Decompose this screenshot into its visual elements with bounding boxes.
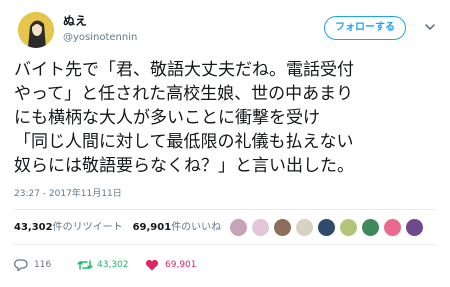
display-name[interactable]: ぬえ	[63, 13, 87, 29]
tweet-timestamp[interactable]: 23:27 - 2017年11月11日	[14, 188, 122, 200]
likes-label: 件のいいね	[171, 222, 222, 233]
likes-count: 69,901	[132, 222, 172, 233]
like-stat[interactable]: 69,901件のいいね	[133, 222, 222, 233]
liker-avatar[interactable]	[251, 218, 270, 237]
tweet-card: ぬえ @yosinotennin フォローする バイト先で「君、敬語大丈夫だね。…	[0, 0, 450, 287]
username[interactable]: @yosinotennin	[63, 31, 137, 45]
tweet-text-line: 「同じ人間に対して最低限の礼儀も払えない	[14, 132, 354, 152]
tweet-text-line: やって」と任された高校生娘、世の中あまり	[14, 84, 354, 104]
liker-avatar[interactable]	[361, 218, 380, 237]
like-count: 69,901	[165, 260, 197, 270]
liker-avatar[interactable]	[383, 218, 402, 237]
tweet-text-line: にも横柄な大人が多いことに衝撃を受け	[14, 108, 320, 128]
retweets-label: 件のリツイート	[52, 222, 123, 233]
liker-avatar[interactable]	[229, 218, 248, 237]
divider	[14, 209, 436, 210]
avatar-image	[18, 12, 54, 48]
tweet-text-line: バイト先で「君、敬語大丈夫だね。電話受付	[14, 60, 354, 80]
retweet-stat[interactable]: 43,302件のリツイート	[14, 222, 123, 233]
heart-icon	[145, 259, 159, 271]
tweet-text-line: 奴らには敬語要らなくね？」と言い出した。	[14, 156, 354, 176]
retweets-count: 43,302	[14, 222, 53, 233]
tweet-text: バイト先で「君、敬語大丈夫だね。電話受付 やって」と任された高校生娘、世の中あま…	[14, 58, 444, 178]
engagement-stats: 43,302件のリツイート 69,901件のいいね	[14, 221, 221, 235]
liker-avatar[interactable]	[405, 218, 424, 237]
retweet-icon	[77, 260, 93, 270]
retweet-count: 43,302	[97, 260, 129, 270]
liker-avatar[interactable]	[295, 218, 314, 237]
reply-icon	[14, 259, 28, 271]
liker-avatar[interactable]	[339, 218, 358, 237]
reply-count: 116	[34, 260, 52, 270]
avatar[interactable]	[18, 12, 54, 48]
liker-avatar[interactable]	[273, 218, 292, 237]
chevron-down-icon[interactable]	[424, 22, 436, 32]
divider	[14, 244, 436, 245]
follow-button[interactable]: フォローする	[324, 16, 406, 40]
liker-avatar[interactable]	[317, 218, 336, 237]
